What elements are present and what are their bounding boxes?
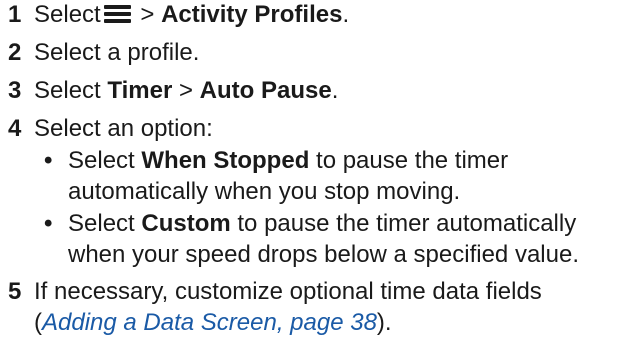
bullet-icon: • — [44, 147, 53, 174]
step-text: Select an option: — [34, 115, 213, 142]
option-text-line2: automatically when you stop moving. — [68, 178, 461, 205]
step-number: 5 — [8, 278, 22, 305]
step-text-pre: Select — [34, 1, 101, 28]
option-text-pre: Select — [68, 147, 142, 174]
option-text-line1: Select When Stopped to pause the timer — [68, 145, 508, 176]
option-text-line1: Select Custom to pause the timer automat… — [68, 208, 576, 239]
step-text-separator: > — [133, 1, 162, 28]
paren-close: ). — [376, 309, 392, 336]
option-text-post: to pause the timer — [309, 147, 509, 174]
step-number: 1 — [8, 1, 22, 28]
step-text-separator: > — [172, 77, 200, 104]
bullet-icon: • — [44, 210, 53, 237]
step-text: Select > Activity Profiles. — [34, 0, 349, 30]
step-text-post: . — [331, 77, 339, 104]
option-text-pre: Select — [68, 210, 142, 237]
menu-item-timer: Timer — [107, 77, 173, 104]
option-text-post: to pause the timer automatically — [230, 210, 577, 237]
step-text-pre: Select — [34, 77, 108, 104]
step-number: 2 — [8, 39, 22, 66]
step-text: Select a profile. — [34, 39, 200, 66]
step-text-line2: (Adding a Data Screen, page 38). — [34, 307, 392, 338]
step-text-line1: If necessary, customize optional time da… — [34, 278, 542, 305]
option-when-stopped-label: When Stopped — [141, 147, 310, 174]
option-text-line2: when your speed drops below a specified … — [68, 241, 579, 268]
cross-reference-link[interactable]: Adding a Data Screen, page 38 — [42, 309, 377, 336]
option-custom-label: Custom — [141, 210, 231, 237]
step-number: 4 — [8, 115, 22, 142]
step-text: Select Timer > Auto Pause. — [34, 75, 338, 106]
paren-open: ( — [34, 309, 42, 336]
step-number: 3 — [8, 77, 22, 104]
menu-item-activity-profiles: Activity Profiles — [161, 1, 343, 28]
menu-icon — [103, 5, 131, 23]
step-text-post: . — [342, 1, 350, 28]
menu-item-auto-pause: Auto Pause — [199, 77, 332, 104]
